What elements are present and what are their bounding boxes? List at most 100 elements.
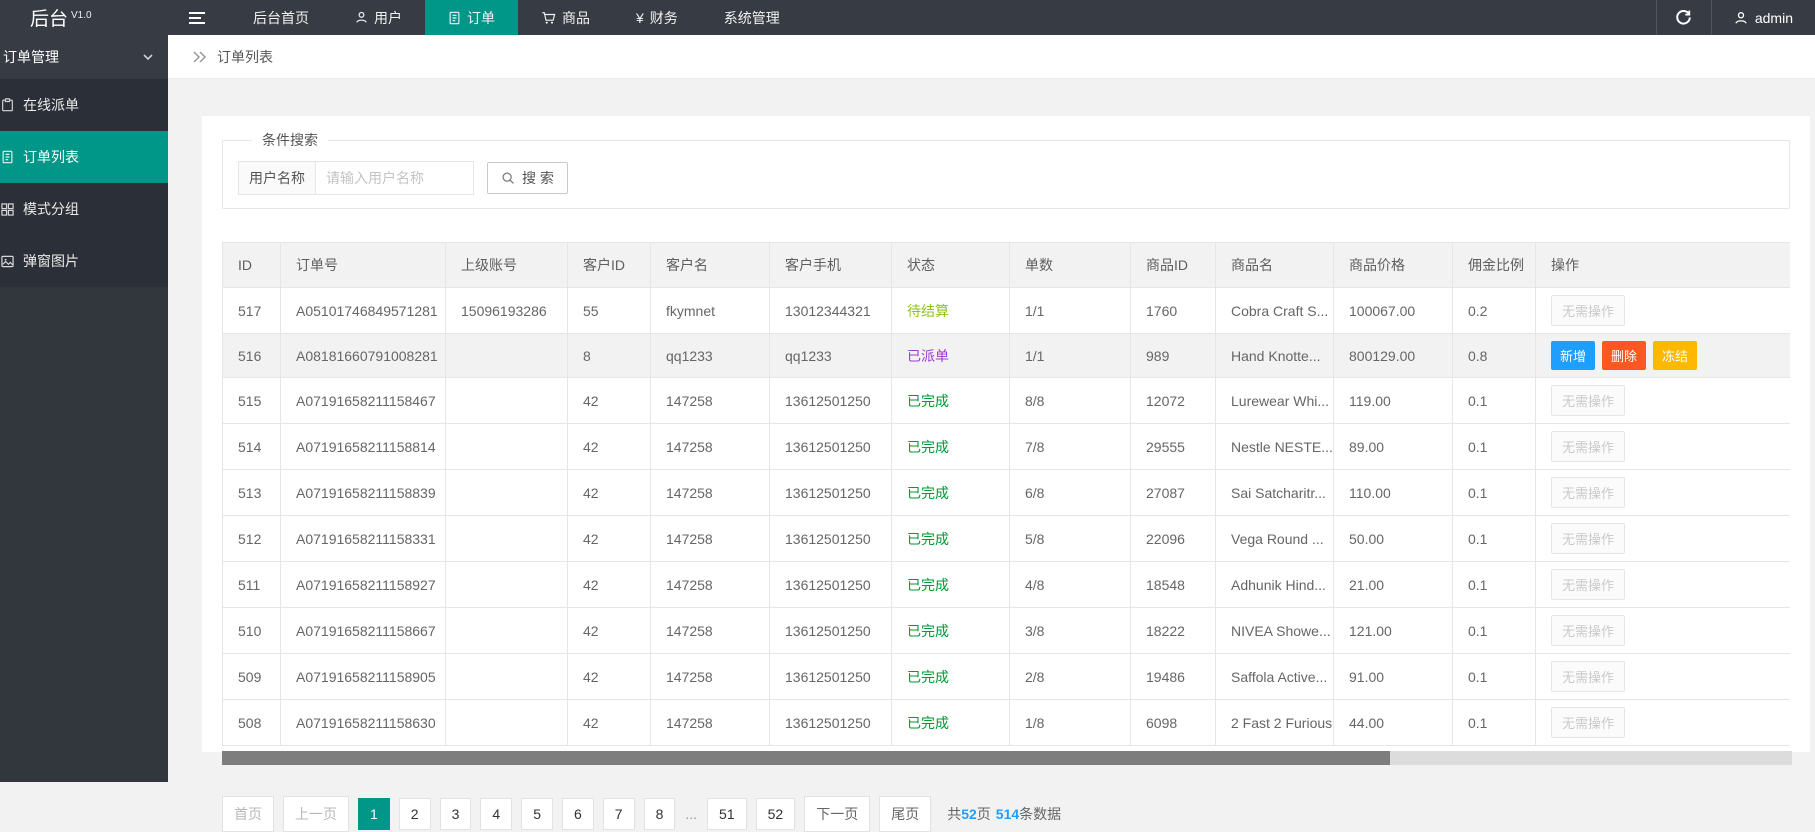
nav-item[interactable]: 商品 xyxy=(518,0,613,35)
column-header: 上级账号 xyxy=(446,243,568,288)
table-row: 517A051017468495712811509619328655fkymne… xyxy=(223,288,1791,334)
actions-cell: 无需操作 xyxy=(1536,516,1791,562)
table-cell: 8 xyxy=(568,334,651,378)
table-cell: 110.00 xyxy=(1334,470,1453,516)
actions-cell: 无需操作 xyxy=(1536,608,1791,654)
chevron-down-icon xyxy=(142,51,154,63)
status-badge: 已完成 xyxy=(907,623,949,639)
table-cell: 44.00 xyxy=(1334,700,1453,746)
action-button[interactable]: 删除 xyxy=(1602,341,1646,370)
action-button[interactable]: 新增 xyxy=(1551,341,1595,370)
pagination-page-button[interactable]: 1 xyxy=(358,798,390,830)
breadcrumb-page-title: 订单列表 xyxy=(217,47,273,67)
search-button[interactable]: 搜 索 xyxy=(487,162,568,194)
pagination-summary: 共52页514条数据 xyxy=(947,804,1061,824)
action-button[interactable]: 冻结 xyxy=(1653,341,1697,370)
no-action-button: 无需操作 xyxy=(1551,431,1625,462)
table-cell: 91.00 xyxy=(1334,654,1453,700)
table-cell: 13012344321 xyxy=(770,288,892,334)
status-badge: 已完成 xyxy=(907,485,949,501)
username-input[interactable] xyxy=(316,161,474,195)
table-cell: A07191658211158667 xyxy=(281,608,446,654)
table-cell: 119.00 xyxy=(1334,378,1453,424)
no-action-button: 无需操作 xyxy=(1551,707,1625,738)
horizontal-scrollbar-thumb[interactable] xyxy=(222,751,1390,765)
admin-user-menu[interactable]: admin xyxy=(1712,0,1815,35)
column-header: 客户ID xyxy=(568,243,651,288)
table-cell: 8/8 xyxy=(1010,378,1131,424)
nav-item[interactable]: ¥财务 xyxy=(613,0,701,35)
table-row: 512A071916582111583314214725813612501250… xyxy=(223,516,1791,562)
main-content: 订单列表 条件搜索 用户名称 搜 索 xyxy=(168,35,1815,782)
table-cell: 13612501250 xyxy=(770,424,892,470)
search-row: 用户名称 搜 索 xyxy=(238,161,1774,195)
nav-item[interactable]: 用户 xyxy=(332,0,425,35)
nav-item[interactable]: 后台首页 xyxy=(230,0,332,35)
grid-icon xyxy=(1,203,14,216)
table-cell: 516 xyxy=(223,334,281,378)
table-cell: 1/8 xyxy=(1010,700,1131,746)
table-cell xyxy=(446,378,568,424)
doc-icon xyxy=(448,11,461,25)
table-cell xyxy=(446,608,568,654)
table-cell: 22096 xyxy=(1131,516,1216,562)
table-cell: 147258 xyxy=(651,516,770,562)
actions-cell: 无需操作 xyxy=(1536,470,1791,516)
table-row: 508A071916582111586304214725813612501250… xyxy=(223,700,1791,746)
status-badge: 已完成 xyxy=(907,439,949,455)
table-cell: 42 xyxy=(568,608,651,654)
table-cell: 55 xyxy=(568,288,651,334)
pagination-nav-button[interactable]: 尾页 xyxy=(879,796,931,832)
table-cell: Nestle NESTE... xyxy=(1216,424,1334,470)
sidebar-item[interactable]: 订单列表 xyxy=(0,131,168,183)
app-logo: 后台V1.0 xyxy=(0,4,168,31)
table-cell: 42 xyxy=(568,378,651,424)
table-cell: A05101746849571281 xyxy=(281,288,446,334)
sidebar-item[interactable]: 模式分组 xyxy=(0,183,168,235)
pagination-page-button[interactable]: 8 xyxy=(644,798,676,830)
username-input-group: 用户名称 xyxy=(238,161,474,195)
table-cell: A07191658211158927 xyxy=(281,562,446,608)
pagination-page-button[interactable]: 6 xyxy=(562,798,594,830)
status-badge: 已完成 xyxy=(907,393,949,409)
pagination-nav-button[interactable]: 下一页 xyxy=(804,796,870,832)
horizontal-scrollbar[interactable] xyxy=(222,751,1792,765)
sidebar-item[interactable]: 在线派单 xyxy=(0,79,168,131)
nav-item-label: 用户 xyxy=(374,8,402,28)
sidebar-group-order-management[interactable]: 订单管理 xyxy=(0,35,168,79)
table-cell: 147258 xyxy=(651,378,770,424)
table-cell: Lurewear Whi... xyxy=(1216,378,1334,424)
pagination-nav-button[interactable]: 首页 xyxy=(222,796,274,832)
table-cell: 514 xyxy=(223,424,281,470)
refresh-button[interactable] xyxy=(1656,0,1712,35)
pagination-page-button[interactable]: 7 xyxy=(603,798,635,830)
table-cell: 509 xyxy=(223,654,281,700)
pagination-page-button[interactable]: 52 xyxy=(756,798,796,830)
status-cell: 已完成 xyxy=(892,562,1010,608)
orders-table-wrap: ID订单号上级账号客户ID客户名客户手机状态单数商品ID商品名商品价格佣金比例操… xyxy=(222,242,1790,746)
table-cell xyxy=(446,700,568,746)
table-cell xyxy=(446,470,568,516)
column-header: 商品ID xyxy=(1131,243,1216,288)
sidebar-item-label: 模式分组 xyxy=(23,199,79,219)
table-cell: 0.8 xyxy=(1453,334,1536,378)
status-cell: 已完成 xyxy=(892,516,1010,562)
pagination-page-button[interactable]: 4 xyxy=(480,798,512,830)
column-header: 商品价格 xyxy=(1334,243,1453,288)
table-cell: 27087 xyxy=(1131,470,1216,516)
table-cell xyxy=(446,424,568,470)
table-cell: 0.1 xyxy=(1453,562,1536,608)
pagination-nav-button[interactable]: 上一页 xyxy=(283,796,349,832)
hamburger-menu-icon[interactable] xyxy=(188,11,206,25)
nav-item[interactable]: 系统管理 xyxy=(701,0,803,35)
pagination-page-button[interactable]: 2 xyxy=(399,798,431,830)
table-cell: 0.1 xyxy=(1453,700,1536,746)
sidebar-item[interactable]: 弹窗图片 xyxy=(0,235,168,287)
nav-item[interactable]: 订单 xyxy=(425,0,518,35)
pagination-page-button[interactable]: 5 xyxy=(521,798,553,830)
status-cell: 已派单 xyxy=(892,334,1010,378)
pagination-page-button[interactable]: 3 xyxy=(440,798,472,830)
column-header: ID xyxy=(223,243,281,288)
table-cell: 13612501250 xyxy=(770,700,892,746)
pagination-page-button[interactable]: 51 xyxy=(707,798,747,830)
